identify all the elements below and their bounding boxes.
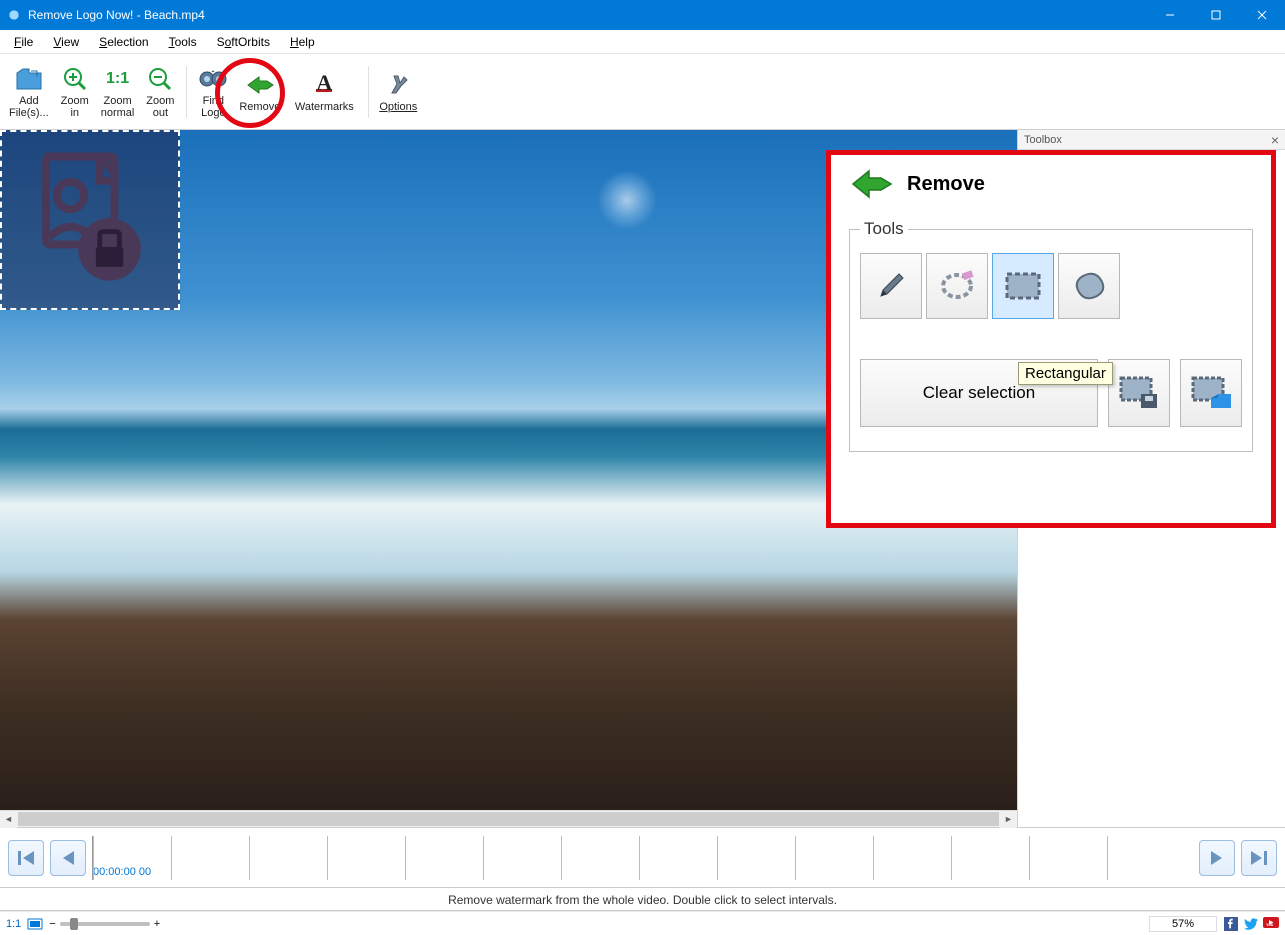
pencil-icon: [873, 268, 909, 304]
toolbar-label: Watermarks: [295, 101, 354, 113]
twitter-icon[interactable]: [1243, 917, 1259, 931]
timecode: 00:00:00 00: [93, 866, 151, 878]
options-button[interactable]: Options: [374, 59, 422, 125]
horizontal-scrollbar[interactable]: ◄ ►: [0, 810, 1017, 827]
options-icon: [383, 71, 413, 99]
maximize-button[interactable]: [1193, 0, 1239, 30]
window-title: Remove Logo Now! - Beach.mp4: [28, 8, 1147, 22]
pencil-tool[interactable]: [860, 253, 922, 319]
zoom-in-icon: [60, 65, 90, 93]
toolbar-label: Remove: [239, 101, 280, 113]
toolbar-label: FindLogo: [201, 95, 225, 119]
app-icon: [6, 7, 22, 23]
toolbar-label: Zoomin: [61, 95, 89, 119]
zoom-minus[interactable]: −: [49, 918, 55, 930]
zoom-ratio-label: 1:1: [6, 918, 21, 930]
title-bar: Remove Logo Now! - Beach.mp4: [0, 0, 1285, 30]
rectangular-tool[interactable]: [992, 253, 1054, 319]
toolbar-label: Zoomout: [146, 95, 174, 119]
zoom-plus[interactable]: +: [154, 918, 160, 930]
watermarks-icon: A: [309, 71, 339, 99]
zoom-out-icon: [145, 65, 175, 93]
lasso-tool[interactable]: [926, 253, 988, 319]
social-icons: You: [1223, 917, 1279, 931]
scroll-thumb[interactable]: [18, 812, 999, 826]
menu-view[interactable]: View: [43, 32, 89, 52]
timeline: 00:00:00 00: [0, 827, 1285, 887]
toolbar-separator: [186, 66, 187, 118]
placeholder-icon: [2, 132, 178, 308]
remove-button[interactable]: Remove: [234, 59, 285, 125]
toolbox-close-button[interactable]: ×: [1271, 132, 1279, 148]
watermarks-button[interactable]: A Watermarks: [285, 59, 363, 125]
facebook-icon[interactable]: [1223, 917, 1239, 931]
selection-rectangle[interactable]: [0, 130, 180, 310]
menu-tools[interactable]: Tools: [159, 32, 207, 52]
zoom-in-button[interactable]: Zoomin: [54, 59, 96, 125]
save-selection-button[interactable]: [1108, 359, 1170, 427]
lasso-icon: [937, 268, 977, 304]
save-selection-icon: [1117, 374, 1161, 412]
zoom-normal-button[interactable]: 1:1 Zoomnormal: [96, 59, 140, 125]
minimize-button[interactable]: [1147, 0, 1193, 30]
close-button[interactable]: [1239, 0, 1285, 30]
youtube-icon[interactable]: You: [1263, 917, 1279, 931]
zoom-normal-icon: 1:1: [103, 65, 133, 93]
find-logo-icon: [198, 65, 228, 93]
find-logo-button[interactable]: FindLogo: [192, 59, 234, 125]
rectangular-tooltip: Rectangular: [1018, 362, 1113, 385]
zoom-slider[interactable]: − +: [49, 918, 160, 930]
add-files-button[interactable]: AddFile(s)...: [4, 59, 54, 125]
scroll-left-icon[interactable]: ◄: [0, 811, 17, 828]
sun-flare: [597, 170, 657, 230]
svg-text:You: You: [1266, 922, 1274, 927]
tools-group-label: Tools: [860, 219, 908, 239]
next-button[interactable]: [1241, 840, 1277, 876]
zoom-percent[interactable]: 57%: [1149, 916, 1217, 932]
scroll-right-icon[interactable]: ►: [1000, 811, 1017, 828]
menu-help[interactable]: Help: [280, 32, 325, 52]
fit-icon[interactable]: [27, 918, 43, 930]
toolbox-header: Toolbox ×: [1018, 130, 1285, 150]
toolbar-separator: [368, 66, 369, 118]
rectangle-select-icon: [1003, 270, 1043, 302]
timeline-ruler[interactable]: 00:00:00 00: [92, 836, 1193, 880]
hint-bar: Remove watermark from the whole video. D…: [0, 887, 1285, 911]
toolbar-label: AddFile(s)...: [9, 95, 49, 119]
load-selection-button[interactable]: [1180, 359, 1242, 427]
menu-selection[interactable]: Selection: [89, 32, 158, 52]
remove-arrow-icon: [245, 71, 275, 99]
menu-file[interactable]: File: [4, 32, 43, 52]
load-selection-icon: [1189, 374, 1233, 412]
zoom-out-button[interactable]: Zoomout: [139, 59, 181, 125]
status-bar: 1:1 − + 57% You: [0, 911, 1285, 935]
prev-button[interactable]: [8, 840, 44, 876]
menu-softorbits[interactable]: SoftOrbits: [207, 32, 280, 52]
toolbar-label: Zoomnormal: [101, 95, 135, 119]
add-files-icon: [14, 65, 44, 93]
step-forward-button[interactable]: [1199, 840, 1235, 876]
blob-icon: [1069, 268, 1109, 304]
toolbar: AddFile(s)... Zoomin 1:1 Zoomnormal Zoom…: [0, 54, 1285, 130]
step-back-button[interactable]: [50, 840, 86, 876]
toolbox-title: Toolbox: [1024, 134, 1062, 146]
freehand-tool[interactable]: [1058, 253, 1120, 319]
menu-bar: File View Selection Tools SoftOrbits Hel…: [0, 30, 1285, 54]
toolbox-remove-title: Remove: [907, 173, 985, 196]
remove-arrow-icon: [849, 167, 893, 201]
toolbar-label: Options: [379, 101, 417, 113]
